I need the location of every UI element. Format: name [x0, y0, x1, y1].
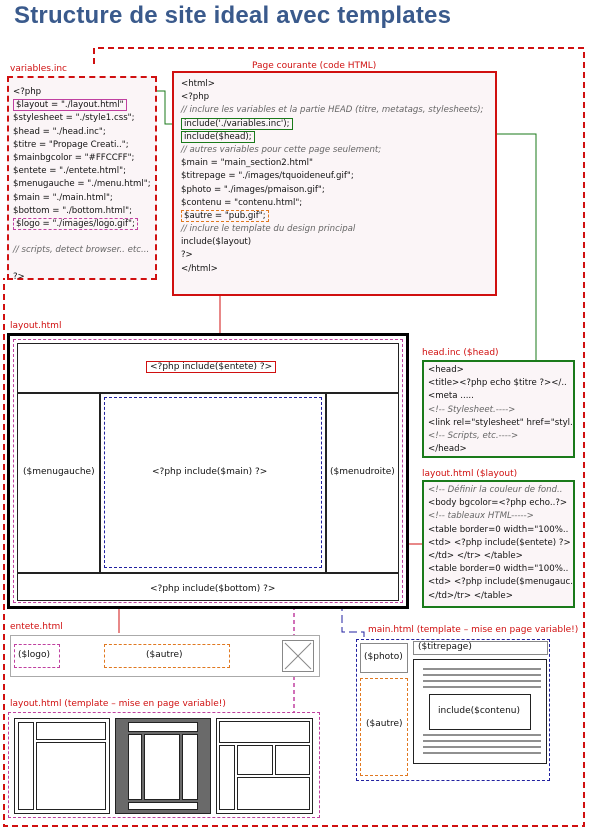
template-2-top — [128, 722, 198, 732]
code-line: $entete = "./entete.html"; — [13, 166, 126, 177]
template-3-mid1 — [237, 745, 273, 775]
code-line: $titrepage = "./images/tquoideneuf.gif"; — [181, 171, 354, 182]
template-3-mid2 — [275, 745, 310, 775]
autre-var-highlight: $autre = "pub.gif"; — [181, 209, 269, 222]
entete-autre-placeholder: ($autre) — [104, 644, 230, 668]
entete-include: <?php include($entete) ?> — [146, 361, 277, 373]
code-line: include($head); — [181, 130, 495, 144]
template-2-main — [144, 734, 180, 800]
code-line: <?php — [181, 92, 210, 103]
template-3-left — [219, 745, 235, 810]
layout-code-box: <!-- Définir la couleur de fond.. <body … — [422, 480, 575, 608]
code-line: include('./variables.inc'); — [181, 117, 495, 131]
main-html-label: main.html (template – mise en page varia… — [368, 625, 579, 635]
code-line: include($layout) — [181, 237, 252, 248]
template-2-right — [182, 734, 198, 800]
titrepage-placeholder: ($titrepage) — [413, 641, 548, 655]
code-comment: <!-- Scripts, etc.----> — [428, 430, 519, 441]
contenu-include: include($contenu) — [429, 694, 531, 730]
code-line: $menugauche = "./menu.html"; — [13, 179, 151, 190]
page-courante-code-box: <html> <?php // inclure les variables et… — [172, 71, 497, 296]
templates-label: layout.html (template – mise en page var… — [10, 699, 226, 709]
layout-label: layout.html — [10, 321, 62, 331]
menudroite-text: ($menudroite) — [330, 467, 395, 477]
main-include-text: <?php include($main) ?> — [152, 467, 268, 477]
head-inc-code-box: <head> <title><?php echo $titre ?></.. <… — [422, 360, 575, 458]
code-line: </html> — [181, 263, 218, 274]
code-line: ?> — [13, 271, 25, 282]
code-line: $bottom = "./bottom.html"; — [13, 205, 133, 216]
main-autre-placeholder: ($autre) — [360, 678, 408, 776]
code-line: <table border=0 width="100%.. — [428, 564, 569, 575]
code-line: </td>/tr> </table> — [428, 590, 513, 601]
include-head-highlight: include($head); — [181, 130, 255, 143]
code-line: <body bgcolor=<?php echo..?> — [428, 498, 568, 509]
code-comment: // inclure le template du design princip… — [181, 224, 356, 235]
main-dash-frame — [104, 397, 322, 568]
code-line: <table border=0 width="100%.. — [428, 524, 569, 535]
code-line: </head> — [428, 444, 467, 455]
code-comment: <!-- tableaux HTML-----> — [428, 511, 534, 522]
code-line: $layout = "./layout.html" — [13, 99, 155, 112]
logo-var-highlight: $logo = "./images/logo.gif"; — [13, 217, 138, 230]
variables-label: variables.inc — [10, 64, 68, 74]
variables-code-box: <?php $layout = "./layout.html" $stylesh… — [7, 76, 157, 282]
menugauche-text: ($menugauche) — [23, 467, 95, 477]
template-3-bottom — [237, 777, 310, 810]
code-line: $mainbgcolor = "#FFCCFF"; — [13, 152, 135, 163]
layout-code-label: layout.html ($layout) — [422, 469, 518, 479]
code-line: <link rel="stylesheet" href="styl.. — [428, 417, 575, 428]
code-comment: <!-- Définir la couleur de fond.. — [428, 485, 563, 495]
photo-placeholder: ($photo) — [360, 643, 408, 673]
code-line: <?php — [13, 87, 42, 97]
code-line: <title><?php echo $titre ?></.. — [428, 378, 567, 389]
template-1-main — [36, 742, 106, 810]
code-line: <td> <?php include($entete) ?> — [428, 537, 571, 548]
code-line: <td> <?php include($menugauc.. — [428, 577, 575, 588]
head-inc-label: head.inc ($head) — [422, 348, 499, 358]
code-line: </td> </tr> </table> — [428, 550, 523, 561]
entete-label: entete.html — [10, 622, 63, 632]
layout-left-cell — [17, 393, 100, 573]
code-line: $titre = "Propage Creati.."; — [13, 139, 129, 150]
bottom-include-text: <?php include($bottom) ?> — [150, 584, 276, 594]
code-line: ?> — [181, 250, 193, 261]
layout-right-cell — [326, 393, 399, 573]
template-2-bottom — [128, 802, 198, 810]
template-1-top — [36, 722, 106, 740]
code-line: $photo = "./images/pmaison.gif"; — [181, 184, 325, 195]
code-line: <head> — [428, 365, 464, 375]
code-line: $main = "./main.html"; — [13, 192, 113, 203]
code-comment: // inclure les variables et la partie HE… — [181, 105, 484, 116]
code-comment: // scripts, detect browser.. etc... — [13, 245, 150, 256]
template-1-left — [18, 722, 34, 810]
image-placeholder-icon — [282, 640, 314, 672]
template-3-top — [219, 721, 310, 743]
code-line: $logo = "./images/logo.gif"; — [13, 217, 155, 231]
include-variables-highlight: include('./variables.inc'); — [181, 117, 293, 130]
code-line: <html> — [181, 79, 215, 89]
page-courante-label: Page courante (code HTML) — [252, 61, 377, 71]
logo-placeholder: ($logo) — [14, 644, 60, 668]
code-line: <meta ..... — [428, 391, 474, 402]
code-line: $contenu = "contenu.html"; — [181, 197, 303, 208]
code-comment: <!-- Stylesheet.----> — [428, 404, 516, 415]
code-line: $main = "main_section2.html" — [181, 158, 314, 169]
code-line: $autre = "pub.gif"; — [181, 209, 495, 223]
code-comment: // autres variables pour cette page seul… — [181, 144, 382, 155]
template-2-left — [128, 734, 142, 800]
code-line: $head = "./head.inc"; — [13, 126, 106, 137]
code-line: $stylesheet = "./style1.css"; — [13, 113, 135, 124]
layout-var-highlight: $layout = "./layout.html" — [13, 99, 127, 112]
